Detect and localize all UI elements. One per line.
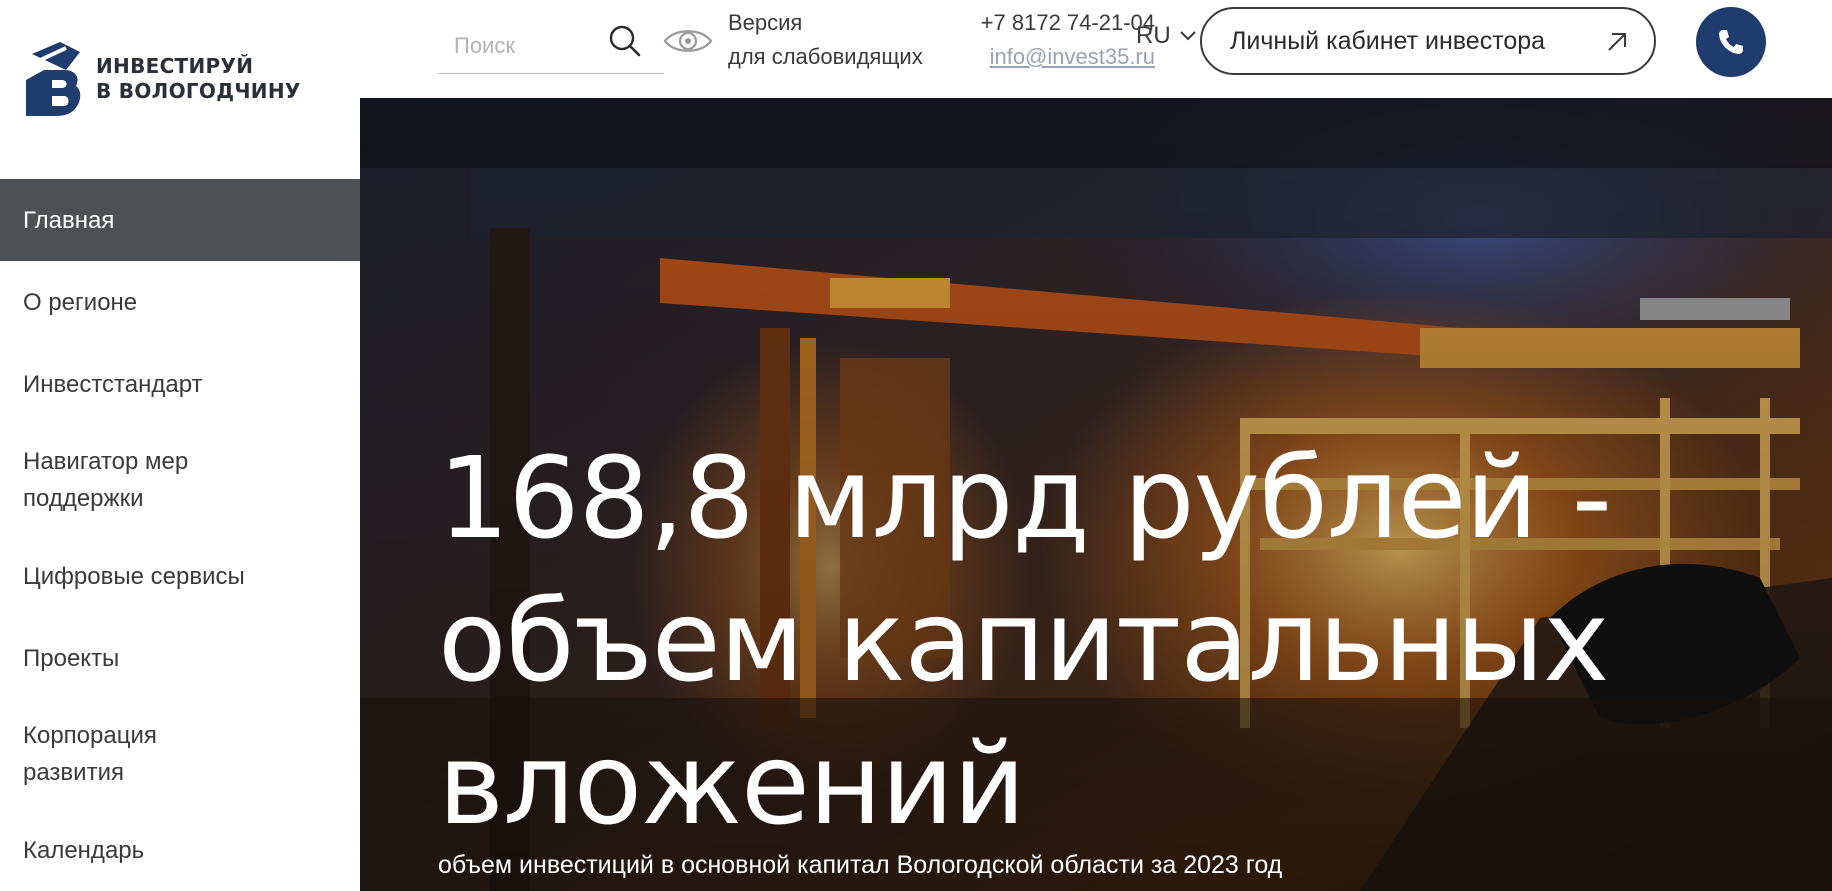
nav-item-support-navigator[interactable]: Навигатор мер поддержки [0,425,360,535]
nav-item-label: Инвестстандарт [23,370,203,398]
hero-title: 168,8 млрд рублей - объем капитальных вл… [438,428,1738,857]
logo-line-1: ИНВЕСТИРУЙ [96,54,254,78]
investor-cabinet-button[interactable]: Личный кабинет инвестора [1200,7,1656,75]
low-vision-line-1: Версия [728,10,803,35]
nav-item-label: Корпорация развития [23,722,157,786]
nav-item-calendar[interactable]: Календарь [0,809,360,891]
nav-item-home[interactable]: Главная [0,179,360,261]
sidebar: ИНВЕСТИРУЙ В ВОЛОГОДЧИНУ Главная О регио… [0,0,360,891]
top-header: Версия для слабовидящих +7 8172 74-21-04… [360,0,1832,98]
phone-number[interactable]: +7 8172 74-21-04 [935,6,1155,40]
search-input[interactable] [452,26,602,66]
phone-icon [1719,30,1743,54]
hero-banner: 168,8 млрд рублей - объем капитальных вл… [360,98,1832,891]
hero-subtitle: объем инвестиций в основной капитал Воло… [438,851,1283,879]
search-icon[interactable] [608,24,642,58]
contacts: +7 8172 74-21-04 info@invest35.ru [935,6,1155,74]
investor-cabinet-label: Личный кабинет инвестора [1230,26,1546,55]
nav-item-label: Навигатор мер поддержки [23,448,189,512]
email-link[interactable]: info@invest35.ru [935,40,1155,74]
arrow-up-right-icon [1608,33,1626,51]
nav-item-label: Календарь [23,836,145,864]
low-vision-line-2: для слабовидящих [728,44,923,69]
logo-icon [26,42,81,116]
language-selector[interactable]: RU [1136,22,1197,50]
nav-item-label: Главная [23,206,115,234]
nav-item-label: Цифровые сервисы [23,562,245,590]
nav-item-label: О регионе [23,288,138,316]
main-nav: Главная О регионе Инвестстандарт Навигат… [0,179,360,891]
hero-title-line-3: вложений [438,720,1026,850]
nav-item-projects[interactable]: Проекты [0,617,360,699]
hero-title-line-1: 168,8 млрд рублей - [438,434,1612,564]
nav-item-investstandard[interactable]: Инвестстандарт [0,343,360,425]
nav-item-about-region[interactable]: О регионе [0,261,360,343]
site-logo[interactable]: ИНВЕСТИРУЙ В ВОЛОГОДЧИНУ [22,40,301,118]
language-label: RU [1136,22,1171,49]
nav-item-digital-services[interactable]: Цифровые сервисы [0,535,360,617]
call-button[interactable] [1696,7,1766,77]
logo-text: ИНВЕСТИРУЙ В ВОЛОГОДЧИНУ [96,54,301,104]
nav-item-development-corporation[interactable]: Корпорация развития [0,699,360,809]
hero-title-line-2: объем капитальных [438,577,1609,707]
eye-icon[interactable] [662,24,714,58]
low-vision-link[interactable]: Версия для слабовидящих [728,6,923,74]
chevron-down-icon [1179,31,1196,41]
logo-line-2: В ВОЛОГОДЧИНУ [96,79,301,103]
nav-item-label: Проекты [23,644,120,672]
